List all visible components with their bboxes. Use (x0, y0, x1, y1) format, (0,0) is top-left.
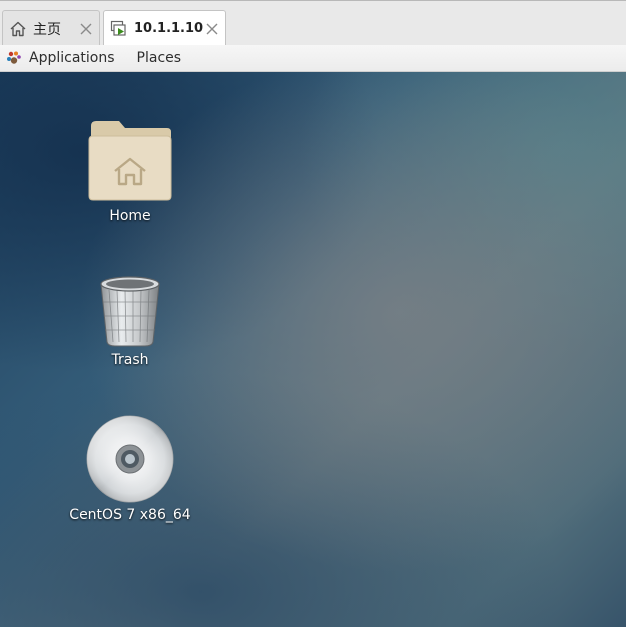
close-icon[interactable] (205, 22, 219, 36)
applications-menu[interactable]: Applications (0, 45, 121, 71)
desktop-icon-cdrom[interactable]: CentOS 7 x86_64 (65, 415, 195, 523)
vm-console-icon (110, 20, 128, 38)
optical-disc-icon (86, 415, 174, 503)
desktop[interactable]: Home Trash CentOS 7 x86_64 (0, 72, 626, 627)
tab-vm-label: 10.1.1.10 (134, 21, 204, 36)
top-panel: Applications Places (0, 45, 626, 72)
desktop-icon-label: Trash (111, 352, 149, 368)
vm-client-window: 主页 10.1.1.10 Applications Places Home Tr… (0, 0, 626, 627)
tab-vm-console[interactable]: 10.1.1.10 (103, 10, 226, 46)
places-menu[interactable]: Places (131, 45, 188, 71)
gnome-foot-icon (6, 50, 22, 66)
tab-bar: 主页 10.1.1.10 (0, 0, 626, 46)
applications-label: Applications (29, 50, 115, 66)
places-label: Places (136, 50, 182, 66)
desktop-icon-trash[interactable]: Trash (65, 272, 195, 368)
tab-home[interactable]: 主页 (2, 10, 100, 46)
home-folder-icon (88, 121, 172, 201)
close-icon[interactable] (79, 22, 93, 36)
desktop-icon-label: Home (109, 208, 151, 224)
desktop-icon-label: CentOS 7 x86_64 (69, 507, 191, 523)
tab-home-label: 主页 (33, 21, 61, 38)
trash-icon (100, 276, 160, 347)
home-icon (9, 20, 27, 38)
desktop-icon-home[interactable]: Home (65, 118, 195, 224)
